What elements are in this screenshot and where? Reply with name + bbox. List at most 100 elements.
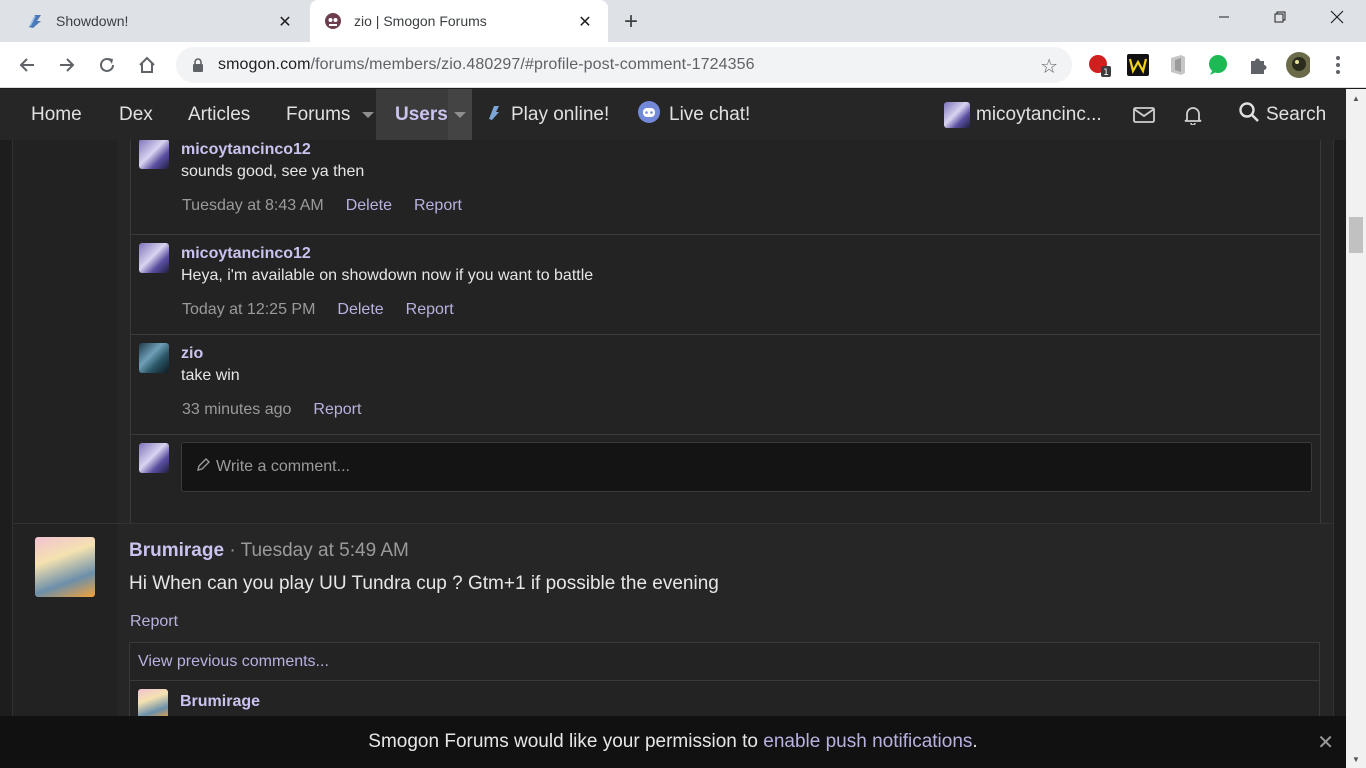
back-icon[interactable] xyxy=(14,52,40,78)
post-text: Hi When can you play UU Tundra cup ? Gtm… xyxy=(129,573,719,594)
comment-time[interactable]: 33 minutes ago xyxy=(182,401,291,419)
extension-office-icon[interactable] xyxy=(1166,53,1190,77)
post-time[interactable]: Tuesday at 5:49 AM xyxy=(241,540,409,561)
search-button[interactable]: Search xyxy=(1239,89,1326,140)
nav-dex[interactable]: Dex xyxy=(119,89,153,140)
nav-users-label: Users xyxy=(395,103,448,125)
close-tab-icon[interactable]: ✕ xyxy=(576,12,594,32)
lock-icon xyxy=(192,58,206,72)
comment-text: Heya, i'm available on showdown now if y… xyxy=(181,267,594,284)
comment-author[interactable]: Brumirage xyxy=(180,693,260,711)
view-previous-comments-link[interactable]: View previous comments... xyxy=(130,643,1319,681)
notice-prefix: Smogon Forums would like your permission… xyxy=(368,731,758,752)
discord-icon xyxy=(638,100,660,129)
report-link[interactable]: Report xyxy=(130,613,178,631)
chevron-down-icon xyxy=(454,111,466,118)
scroll-down-icon[interactable]: ▼ xyxy=(1346,750,1366,768)
account-menu[interactable]: micoytancinc... xyxy=(944,89,1102,140)
profile-avatar[interactable] xyxy=(1286,52,1310,78)
home-icon[interactable] xyxy=(134,52,160,78)
comment-time[interactable]: Tuesday at 8:43 AM xyxy=(182,197,324,215)
comment-meta: Tuesday at 8:43 AM Delete Report xyxy=(182,197,462,215)
browser-toolbar: smogon.com/forums/members/zio.480297/#pr… xyxy=(0,42,1366,88)
bell-icon[interactable] xyxy=(1183,89,1203,140)
post-author[interactable]: Brumirage xyxy=(129,540,224,561)
showdown-icon xyxy=(486,103,502,127)
notice-text: Smogon Forums would like your permission… xyxy=(368,731,977,753)
avatar[interactable] xyxy=(138,689,168,719)
scrollbar-thumb[interactable] xyxy=(1349,217,1363,253)
tab-title: Showdown! xyxy=(56,13,129,29)
post-header: Brumirage · Tuesday at 5:49 AM xyxy=(129,540,409,562)
nav-articles[interactable]: Articles xyxy=(188,89,250,140)
pencil-icon xyxy=(196,457,210,477)
browser-menu-icon[interactable] xyxy=(1326,53,1350,77)
report-link[interactable]: Report xyxy=(313,401,361,419)
avatar xyxy=(139,443,169,473)
notice-suffix: . xyxy=(972,731,978,752)
page-content: micoytancinco12 sounds good, see ya then… xyxy=(0,140,1346,768)
tab-smogon[interactable]: zio | Smogon Forums ✕ xyxy=(310,0,608,42)
comment-meta: Today at 12:25 PM Delete Report xyxy=(182,301,454,319)
bookmark-star-icon[interactable]: ☆ xyxy=(1040,54,1058,79)
tab-title: zio | Smogon Forums xyxy=(354,13,487,29)
url-text: smogon.com/forums/members/zio.480297/#pr… xyxy=(218,56,755,73)
avatar[interactable] xyxy=(35,537,95,597)
enable-push-link[interactable]: enable push notifications xyxy=(763,731,972,752)
nav-home[interactable]: Home xyxy=(31,89,82,140)
scroll-up-icon[interactable]: ▲ xyxy=(1346,89,1366,107)
page-scrollbar[interactable]: ▲ ▼ xyxy=(1346,89,1366,768)
avatar xyxy=(944,101,970,128)
extensions-puzzle-icon[interactable] xyxy=(1246,53,1270,77)
site-navigation: Home Dex Articles Forums Users Play onli… xyxy=(0,89,1366,140)
comment-text: sounds good, see ya then xyxy=(181,163,365,180)
comment-author[interactable]: micoytancinco12 xyxy=(181,141,311,159)
close-icon[interactable]: ✕ xyxy=(1317,730,1334,755)
new-tab-icon[interactable]: + xyxy=(624,8,638,36)
nav-play-online-label: Play online! xyxy=(511,103,610,125)
chevron-down-icon[interactable] xyxy=(362,111,375,118)
comment-text: take win xyxy=(181,367,240,384)
nav-users-dropdown[interactable] xyxy=(448,89,472,140)
avatar[interactable] xyxy=(139,140,169,169)
reload-icon[interactable] xyxy=(94,52,120,78)
separator: · xyxy=(229,540,236,561)
write-comment-input[interactable]: Write a comment... xyxy=(181,442,1312,492)
minimize-icon[interactable] xyxy=(1196,0,1252,34)
nav-forums-label: Forums xyxy=(286,103,351,125)
comment-meta: 33 minutes ago Report xyxy=(182,401,361,419)
nav-live-chat-label: Live chat! xyxy=(669,103,751,125)
extension-green-chat-icon[interactable] xyxy=(1206,53,1230,77)
nav-live-chat[interactable]: Live chat! xyxy=(638,89,750,140)
nav-play-online[interactable]: Play online! xyxy=(486,89,609,140)
nav-forums[interactable]: Forums xyxy=(286,89,375,140)
report-link[interactable]: Report xyxy=(414,197,462,215)
delete-link[interactable]: Delete xyxy=(337,301,383,319)
avatar[interactable] xyxy=(139,343,169,373)
forward-icon[interactable] xyxy=(54,52,80,78)
showdown-favicon-icon xyxy=(26,12,44,30)
inbox-icon[interactable] xyxy=(1133,89,1155,140)
extension-adblock-icon[interactable]: 1 xyxy=(1087,53,1111,77)
avatar[interactable] xyxy=(139,243,169,273)
push-notification-notice: Smogon Forums would like your permission… xyxy=(0,716,1346,768)
comment-item: micoytancinco12 Heya, i'm available on s… xyxy=(131,235,1320,335)
comment-author[interactable]: zio xyxy=(181,345,203,363)
restore-icon[interactable] xyxy=(1252,0,1308,34)
smogon-favicon-icon xyxy=(324,12,342,30)
report-link[interactable]: Report xyxy=(406,301,454,319)
comment-item: micoytancinco12 sounds good, see ya then… xyxy=(131,140,1320,235)
extension-badge-count: 1 xyxy=(1103,68,1109,77)
delete-link[interactable]: Delete xyxy=(346,197,392,215)
comment-author[interactable]: micoytancinco12 xyxy=(181,245,311,263)
tab-showdown[interactable]: Showdown! ✕ xyxy=(0,0,308,42)
close-tab-icon[interactable]: ✕ xyxy=(276,12,294,32)
comment-time[interactable]: Today at 12:25 PM xyxy=(182,301,315,319)
close-window-icon[interactable] xyxy=(1309,0,1365,34)
extension-w-icon[interactable] xyxy=(1126,53,1150,77)
account-name: micoytancinc... xyxy=(976,103,1102,125)
address-bar[interactable]: smogon.com/forums/members/zio.480297/#pr… xyxy=(176,47,1072,83)
browser-tab-strip: Showdown! ✕ zio | Smogon Forums ✕ + xyxy=(0,0,1366,42)
search-label: Search xyxy=(1266,103,1327,125)
write-comment-placeholder: Write a comment... xyxy=(216,458,350,475)
